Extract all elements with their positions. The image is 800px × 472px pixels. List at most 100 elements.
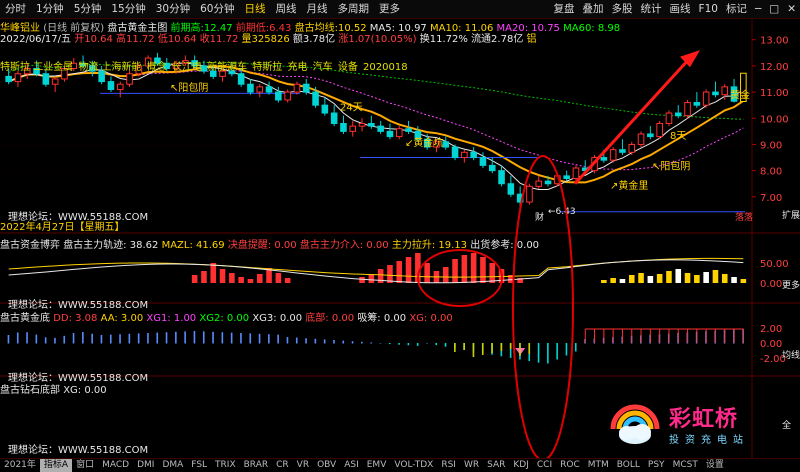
panel3-bar-6 — [63, 335, 66, 344]
indicator-tab-22[interactable]: BOLL — [613, 459, 644, 472]
candle-body-28 — [265, 86, 273, 93]
candle-body-61 — [572, 167, 580, 179]
panel4-title[interactable]: 盘古钻石底部 — [0, 385, 60, 396]
indicator-tab-5[interactable]: DMA — [158, 459, 187, 472]
period-tab-5[interactable]: 60分钟 — [195, 0, 239, 18]
right-side-tab-3[interactable]: 全 — [782, 419, 791, 431]
ma60-text: MA60: 8.98 — [563, 23, 621, 34]
candle-body-11 — [107, 81, 115, 90]
period-tab-10[interactable]: 更多 — [374, 0, 405, 18]
panel3-bar-4 — [44, 337, 47, 344]
panel4-item-0: XG: 0.00 — [63, 385, 107, 396]
indicator-tab-19[interactable]: CCI — [533, 459, 556, 472]
right-side-tab-0[interactable]: 扩展指标 — [782, 209, 800, 221]
panel3-item-5: 底部: 0.00 — [305, 313, 355, 324]
panel2-bar-78 — [731, 277, 737, 283]
indicator-tab-23[interactable]: PSY — [644, 459, 669, 472]
period-tab-6[interactable]: 日线 — [240, 0, 271, 18]
candle-body-73 — [684, 102, 691, 117]
panel3-bar-18 — [175, 331, 177, 344]
panel3-title[interactable]: 盘古黄金底 — [0, 313, 50, 324]
indicator-tab-8[interactable]: BRAR — [240, 459, 272, 472]
panel3-item-2: XG1: 1.00 — [146, 313, 197, 324]
indicator-tab-14[interactable]: VOL-TDX — [390, 459, 437, 472]
info-low: 低10.64 — [157, 34, 197, 45]
watermark: 彩虹桥 投资充电站 — [607, 392, 782, 454]
toolbar-right-btn-6[interactable]: 标记 — [722, 0, 751, 18]
right-side-tab-1[interactable]: 更多 — [782, 279, 800, 291]
indicator-tab-16[interactable]: WR — [460, 459, 483, 472]
watermark-title: 彩虹桥 — [669, 406, 739, 432]
period-tab-4[interactable]: 30分钟 — [151, 0, 195, 18]
candle-body-67 — [628, 143, 636, 153]
indicator-tab-9[interactable]: CR — [272, 459, 293, 472]
indicator-tab-4[interactable]: DMI — [133, 459, 158, 472]
period-tab-7[interactable]: 周线 — [271, 0, 302, 18]
indicator-tab-17[interactable]: SAR — [483, 459, 509, 472]
indicator-tab-20[interactable]: ROC — [556, 459, 584, 472]
panel3-bar-39 — [370, 342, 372, 344]
indicator-tab-6[interactable]: FSL — [187, 459, 211, 472]
period-tab-8[interactable]: 月线 — [302, 0, 333, 18]
period-tab-3[interactable]: 15分钟 — [106, 0, 150, 18]
period-tab-0[interactable]: 分时 — [0, 0, 31, 18]
indicator-tab-25[interactable]: 设置 — [702, 459, 728, 472]
indicator-tab-2[interactable]: 窗口 — [72, 459, 98, 472]
toolbar-right-btn-5[interactable]: F10 — [695, 0, 722, 18]
period-tab-2[interactable]: 5分钟 — [69, 0, 107, 18]
candle-body-74 — [693, 102, 701, 106]
indicator-tab-24[interactable]: MCST — [669, 459, 702, 472]
minimize-icon[interactable]: ─ — [751, 0, 765, 18]
panel3-bar-15 — [147, 333, 149, 344]
panel3-y-label-0: 2.00 — [760, 324, 782, 335]
candle-body-43 — [405, 128, 412, 132]
annotation-huangjinli: ↗黄金里 — [610, 179, 648, 192]
candle-body-32 — [302, 83, 310, 93]
period-tab-9[interactable]: 多周期 — [333, 0, 375, 18]
right-side-tab-2[interactable]: 均线 — [782, 349, 800, 361]
period-tab-1[interactable]: 1分钟 — [31, 0, 69, 18]
indicator-tab-18[interactable]: KDJ — [509, 459, 533, 472]
y-axis-label-4: 9.00 — [760, 140, 782, 151]
indicator-tab-15[interactable]: RSI — [437, 459, 460, 472]
info-date: 2022/06/17/五 — [0, 34, 72, 45]
panel3-bar-57 — [537, 343, 540, 363]
info-change: 涨1.07(10.05%) — [338, 34, 417, 45]
indicator-tab-0[interactable]: 2021年 — [0, 459, 40, 472]
indicator-tab-12[interactable]: ASI — [340, 459, 363, 472]
toolbar-right-btn-1[interactable]: 叠加 — [579, 0, 608, 18]
candle-body-1 — [14, 73, 22, 83]
toolbar-right-btn-2[interactable]: 多股 — [608, 0, 637, 18]
indicator-tab-13[interactable]: EMV — [363, 459, 391, 472]
indicator-tab-1[interactable]: 指标A — [39, 459, 73, 472]
indicator-tab-11[interactable]: OBV — [313, 459, 340, 472]
panel3-yellow-bar-48 — [454, 343, 456, 352]
huangjin-right-label: 黄金 — [730, 89, 750, 102]
candle-body-49 — [461, 151, 468, 159]
toolbar-right-btn-3[interactable]: 统计 — [637, 0, 666, 18]
indicator-tab-3[interactable]: MACD — [98, 459, 133, 472]
maximize-icon[interactable]: □ — [765, 0, 783, 18]
info-close: 收11.72 — [199, 34, 239, 45]
close-icon[interactable]: ✕ — [783, 0, 800, 18]
panel2-bar-50 — [470, 253, 477, 283]
indicator-tab-7[interactable]: TRIX — [211, 459, 240, 472]
panel2-title[interactable]: 盘古资金博弈 — [0, 240, 60, 251]
panel3-yellow-bar-52 — [491, 343, 493, 353]
toolbar-right-btn-0[interactable]: 复盘 — [550, 0, 579, 18]
candle-body-50 — [470, 151, 477, 159]
panel2-bar-52 — [489, 263, 496, 283]
toolbar-right-btn-4[interactable]: 画线 — [666, 0, 695, 18]
indicator-tab-21[interactable]: MTM — [584, 459, 613, 472]
annotation-yangbaoyin-2: ↖阳包阴 — [652, 159, 690, 172]
candle-body-4 — [42, 73, 50, 85]
forum-text-panel4: 理想论坛：WWW.55188.COM — [8, 445, 149, 456]
indicator-tab-10[interactable]: VR — [293, 459, 313, 472]
annotation-huangjinkeng: ↙黄金坑 — [405, 136, 443, 149]
panel3-bar-20 — [193, 331, 196, 344]
panel3-bar-2 — [26, 332, 28, 344]
rainbow-logo-icon — [607, 395, 663, 451]
panel2-item-5: 出货参考: 0.00 — [470, 240, 540, 251]
annotation-yangbaoyin-1: ↖阳包阴 — [170, 81, 208, 94]
candle-body-51 — [479, 157, 487, 166]
